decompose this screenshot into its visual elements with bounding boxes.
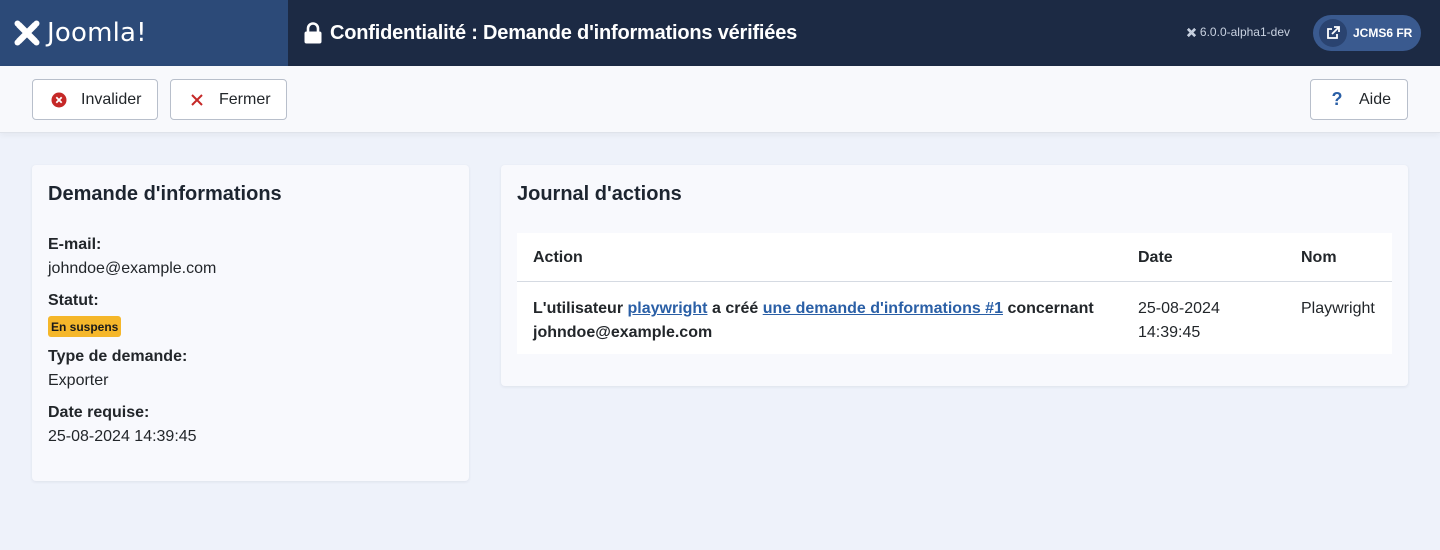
date-cell: 25-08-2024 14:39:45 — [1138, 297, 1268, 345]
action-log-card: Journal d'actions Action Date Nom L'util… — [501, 165, 1408, 386]
status-label: Statut: — [48, 292, 99, 309]
help-button[interactable]: ? Aide — [1310, 79, 1408, 120]
page-heading: Confidentialité : Demande d'informations… — [303, 22, 797, 45]
times-circle-icon — [51, 92, 67, 107]
action-log-title: Journal d'actions — [517, 183, 682, 205]
brand-logo[interactable]: Joomla! — [0, 0, 288, 66]
request-card: Demande d'informations E-mail: johndoe@e… — [32, 165, 469, 481]
action-cell: L'utilisateur playwright a créé une dema… — [533, 297, 1113, 345]
lock-icon — [304, 22, 322, 44]
email-label: E-mail: — [48, 236, 102, 253]
requested-date-label: Date requise: — [48, 404, 150, 421]
request-type-value: Exporter — [48, 372, 109, 389]
joomla-mini-icon — [1187, 27, 1196, 37]
view-site-button[interactable]: JCMS6 FR — [1313, 15, 1421, 51]
close-button[interactable]: Fermer — [170, 79, 287, 120]
close-label: Fermer — [219, 90, 271, 108]
column-header-date: Date — [1138, 249, 1173, 266]
request-link[interactable]: une demande d'informations #1 — [763, 300, 1003, 317]
top-header: Joomla! Confidentialité : Demande d'info… — [0, 0, 1440, 66]
request-title: Demande d'informations — [48, 183, 282, 205]
table-divider — [517, 281, 1392, 282]
status-badge: En suspens — [48, 316, 122, 337]
joomla-logo-icon — [14, 20, 40, 46]
column-header-name: Nom — [1301, 249, 1337, 266]
user-link[interactable]: playwright — [628, 300, 708, 317]
site-name: JCMS6 FR — [1353, 26, 1413, 40]
requested-date-value: 25-08-2024 14:39:45 — [48, 428, 197, 445]
email-value: johndoe@example.com — [48, 260, 217, 277]
name-cell: Playwright — [1301, 300, 1375, 317]
date-day: 25-08-2024 — [1138, 300, 1220, 317]
toolbar: Invalider Fermer ? Aide — [0, 66, 1440, 133]
column-header-action: Action — [533, 249, 583, 266]
request-type-label: Type de demande: — [48, 348, 188, 365]
action-prefix: L'utilisateur — [533, 300, 624, 317]
version-info: 6.0.0-alpha1-dev — [1186, 25, 1290, 39]
question-icon: ? — [1331, 89, 1343, 109]
invalidate-button[interactable]: Invalider — [32, 79, 158, 120]
invalidate-label: Invalider — [81, 90, 142, 108]
help-label: Aide — [1359, 90, 1392, 108]
action-middle: a créé — [711, 300, 759, 317]
brand-name: Joomla! — [47, 18, 147, 48]
date-time: 14:39:45 — [1138, 324, 1201, 341]
close-icon — [191, 93, 203, 106]
version-text: 6.0.0-alpha1-dev — [1199, 25, 1290, 39]
page-title: Confidentialité : Demande d'informations… — [330, 21, 798, 44]
action-log-table: Action Date Nom L'utilisateur playwright… — [517, 233, 1392, 354]
external-link-icon — [1319, 19, 1347, 47]
